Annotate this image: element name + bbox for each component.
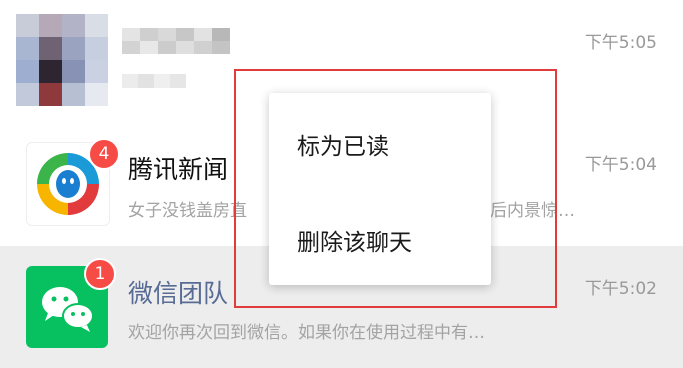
chat-title: 微信团队 — [128, 279, 229, 308]
blurred-name — [122, 28, 230, 54]
unread-badge: 1 — [84, 258, 116, 290]
blurred-avatar-icon — [16, 14, 108, 106]
delete-chat-menu-item[interactable]: 删除该聊天 — [297, 223, 412, 257]
timestamp: 下午5:05 — [584, 33, 657, 53]
mark-as-read-menu-item[interactable]: 标为已读 — [297, 127, 389, 161]
chat-context-menu: 标为已读 删除该聊天 — [269, 93, 491, 285]
chat-title: 腾讯新闻 — [128, 155, 229, 184]
blurred-preview — [122, 74, 186, 88]
timestamp: 下午5:04 — [584, 155, 657, 175]
chat-preview: 欢迎你再次回到微信。如果你在使用过程中有… — [128, 323, 485, 343]
timestamp: 下午5:02 — [584, 279, 657, 299]
unread-badge: 4 — [88, 138, 120, 170]
